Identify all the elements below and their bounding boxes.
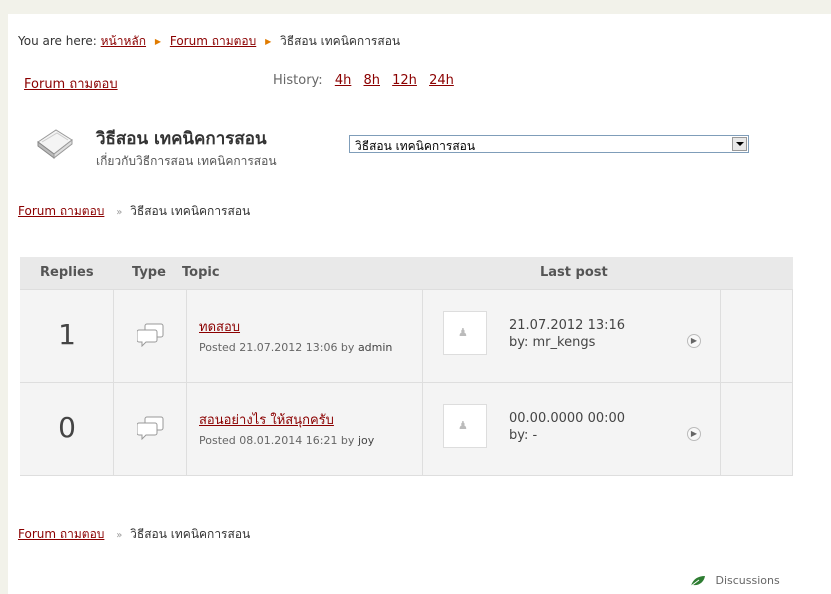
discussions-link[interactable]: Discussions bbox=[690, 574, 780, 587]
topic-cell: ทดสอบ Posted 21.07.2012 13:06 by admin bbox=[187, 290, 423, 382]
sub-breadcrumb-current: วิธีสอน เทคนิคการสอน bbox=[130, 527, 251, 541]
last-post-by: by: - bbox=[509, 428, 538, 443]
topic-author: admin bbox=[357, 341, 393, 354]
last-post-by: by: mr_kengs bbox=[509, 335, 596, 350]
history-8h-link[interactable]: 8h bbox=[363, 73, 380, 88]
leaf-icon bbox=[690, 576, 705, 587]
sub-breadcrumb-forum-link[interactable]: Forum ถามตอบ bbox=[18, 527, 104, 541]
chevron-down-icon[interactable] bbox=[732, 137, 747, 151]
sub-breadcrumb-top: Forum ถามตอบ » วิธีสอน เทคนิคการสอน bbox=[18, 202, 250, 221]
breadcrumb-current: วิธีสอน เทคนิคการสอน bbox=[280, 34, 401, 48]
topic-meta: Posted 21.07.2012 13:06 by admin bbox=[199, 341, 392, 354]
topic-posted: Posted 08.01.2014 16:21 by bbox=[199, 434, 355, 447]
topic-title-link[interactable]: ทดสอบ bbox=[199, 316, 240, 337]
topic-title-link[interactable]: สอนอย่างไร ให้สนุกครับ bbox=[199, 409, 334, 430]
header-replies: Replies bbox=[40, 265, 94, 280]
type-cell bbox=[114, 383, 187, 475]
forum-title: วิธีสอน เทคนิคการสอน bbox=[96, 129, 267, 149]
breadcrumb: You are here: หน้าหลัก ▶ Forum ถามตอบ ▶ … bbox=[18, 32, 400, 51]
row-end-cell bbox=[721, 290, 793, 382]
replies-count: 0 bbox=[58, 411, 76, 444]
forum-jump-select[interactable]: วิธีสอน เทคนิคการสอน bbox=[349, 135, 749, 153]
forum-nav-link-row: Forum ถามตอบ bbox=[24, 73, 118, 94]
last-post-date: 21.07.2012 13:16 bbox=[509, 318, 626, 333]
header-topic: Topic bbox=[182, 265, 220, 280]
topics-table: Replies Type Topic Last post 1 ทดสอบ Pos… bbox=[20, 257, 793, 476]
forum-home-link[interactable]: Forum ถามตอบ bbox=[24, 77, 118, 92]
forum-description: เกี่ยวกับวิธีการสอน เทคนิคการสอน bbox=[96, 154, 277, 168]
breadcrumb-separator: » bbox=[116, 530, 123, 541]
replies-count: 1 bbox=[58, 318, 76, 351]
sub-breadcrumb-current: วิธีสอน เทคนิคการสอน bbox=[130, 204, 251, 218]
breadcrumb-prefix: You are here: bbox=[18, 34, 97, 48]
header-last-post: Last post bbox=[540, 265, 608, 280]
go-to-last-post-icon[interactable]: ▶ bbox=[687, 427, 701, 441]
table-row: 1 ทดสอบ Posted 21.07.2012 13:06 by admin… bbox=[20, 289, 793, 382]
topic-cell: สอนอย่างไร ให้สนุกครับ Posted 08.01.2014… bbox=[187, 383, 423, 475]
history-filter: History: 4h 8h 12h 24h bbox=[273, 73, 454, 88]
sub-breadcrumb-forum-link[interactable]: Forum ถามตอบ bbox=[18, 204, 104, 218]
last-post-cell: ♟ 21.07.2012 13:16 by: mr_kengs ▶ bbox=[423, 290, 721, 382]
breadcrumb-arrow-icon: ▶ bbox=[154, 37, 162, 46]
breadcrumb-home-link[interactable]: หน้าหลัก bbox=[101, 34, 146, 48]
last-post-cell: ♟ 00.00.0000 00:00 by: - ▶ bbox=[423, 383, 721, 475]
history-12h-link[interactable]: 12h bbox=[392, 73, 417, 88]
user-icon: ♟ bbox=[458, 419, 468, 432]
last-post-date: 00.00.0000 00:00 bbox=[509, 411, 626, 426]
topic-meta: Posted 08.01.2014 16:21 by joy bbox=[199, 434, 374, 447]
avatar: ♟ bbox=[443, 311, 487, 355]
type-cell bbox=[114, 290, 187, 382]
topics-table-header: Replies Type Topic Last post bbox=[20, 257, 793, 289]
book-icon bbox=[37, 129, 73, 160]
replies-cell: 1 bbox=[20, 290, 114, 382]
breadcrumb-arrow-icon: ▶ bbox=[265, 37, 272, 46]
row-end-cell bbox=[721, 383, 793, 475]
user-icon: ♟ bbox=[458, 326, 468, 339]
topic-posted: Posted 21.07.2012 13:06 by bbox=[199, 341, 355, 354]
avatar: ♟ bbox=[443, 404, 487, 448]
sub-breadcrumb-bottom: Forum ถามตอบ » วิธีสอน เทคนิคการสอน bbox=[18, 525, 250, 544]
discussions-label: Discussions bbox=[715, 574, 780, 587]
discussion-bubble-icon bbox=[137, 323, 164, 347]
breadcrumb-separator: » bbox=[116, 207, 123, 218]
go-to-last-post-icon[interactable]: ▶ bbox=[687, 334, 701, 348]
forum-page: You are here: หน้าหลัก ▶ Forum ถามตอบ ▶ … bbox=[8, 14, 831, 594]
forum-jump-value: วิธีสอน เทคนิคการสอน bbox=[355, 139, 476, 153]
header-type: Type bbox=[132, 265, 166, 280]
history-label: History: bbox=[273, 73, 323, 88]
replies-cell: 0 bbox=[20, 383, 114, 475]
table-row: 0 สอนอย่างไร ให้สนุกครับ Posted 08.01.20… bbox=[20, 382, 793, 476]
history-4h-link[interactable]: 4h bbox=[335, 73, 352, 88]
topic-author: joy bbox=[357, 434, 375, 447]
breadcrumb-forum-link[interactable]: Forum ถามตอบ bbox=[170, 34, 256, 48]
discussion-bubble-icon bbox=[137, 416, 164, 440]
history-24h-link[interactable]: 24h bbox=[429, 73, 454, 88]
